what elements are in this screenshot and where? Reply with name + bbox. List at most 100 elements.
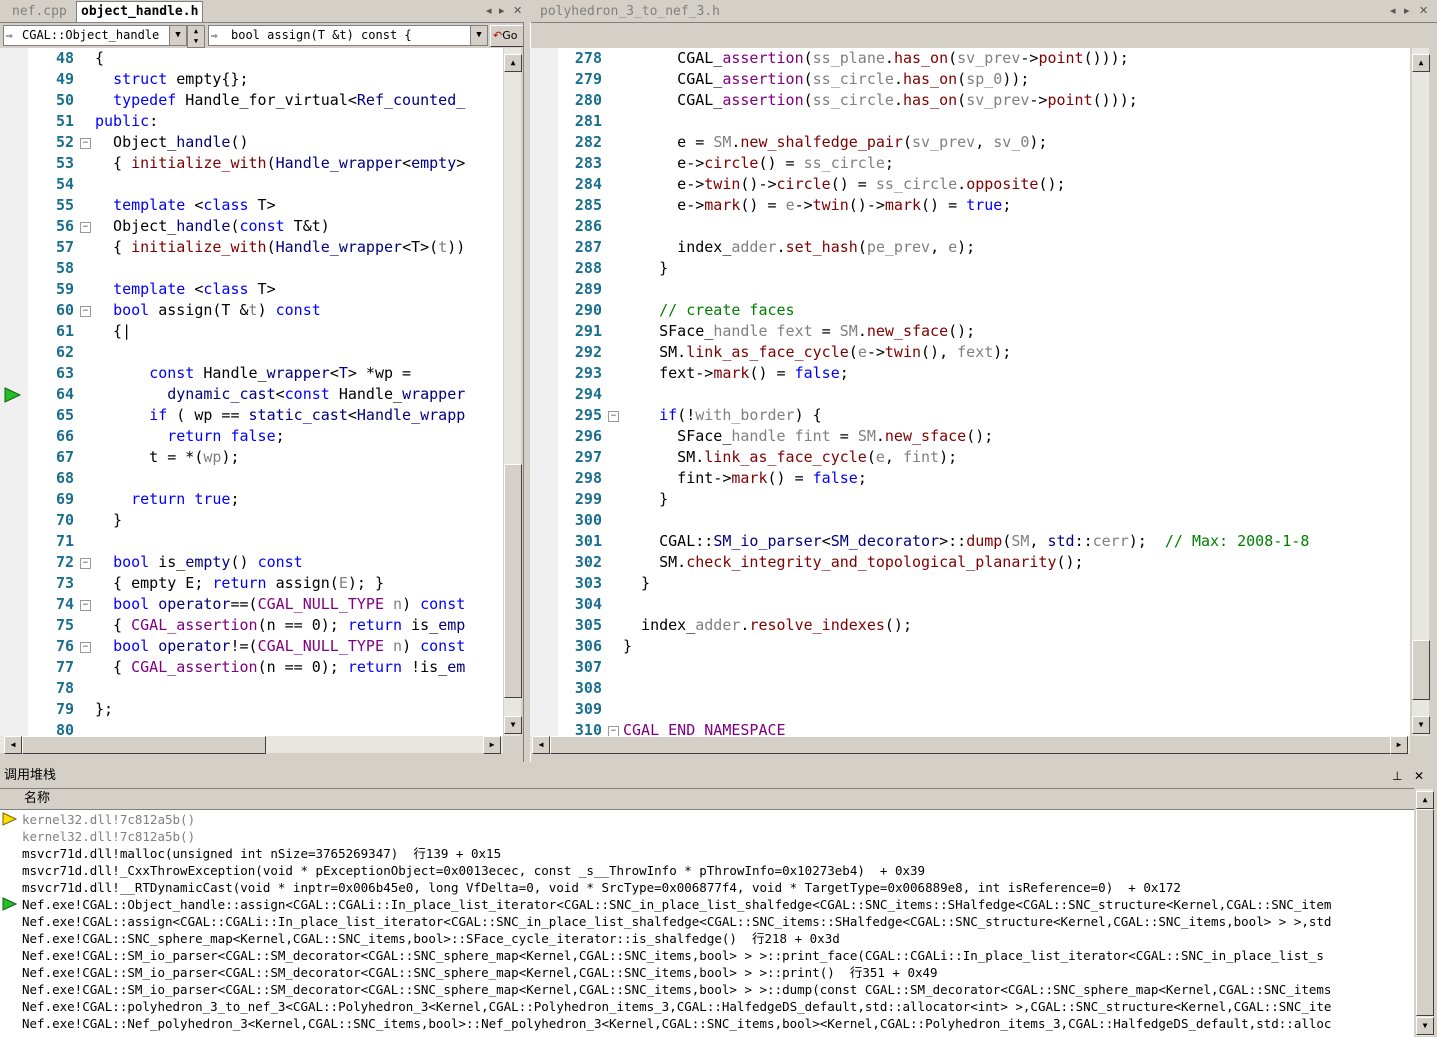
scroll-down-icon[interactable]: ▼ (1412, 716, 1430, 734)
call-stack-row[interactable]: Nef.exe!CGAL::assign<CGAL::CGALi::In_pla… (22, 913, 1331, 930)
code-line[interactable]: 299 } (530, 489, 1410, 510)
code-line[interactable]: 301 CGAL::SM_io_parser<SM_decorator>::du… (530, 531, 1410, 552)
scroll-left-icon[interactable]: ◀ (4, 736, 22, 754)
code-line[interactable]: 63 const Handle_wrapper<T> *wp = (0, 363, 503, 384)
column-header-name[interactable]: 名称 (24, 789, 50, 809)
tab-object-handle-h[interactable]: object_handle.h (76, 1, 204, 22)
scroll-up-icon[interactable]: ▲ (1416, 791, 1434, 809)
scroll-up-icon[interactable]: ▲ (1412, 54, 1430, 72)
call-stack-list[interactable]: 名称 kernel32.dll!7c812a5b() kernel32.dll!7… (0, 788, 1414, 1037)
code-line[interactable]: 300 (530, 510, 1410, 531)
go-button[interactable]: ↶Go (490, 25, 525, 47)
code-line[interactable]: 49 struct empty{}; (0, 69, 503, 90)
code-line[interactable]: 69 return true; (0, 489, 503, 510)
scroll-thumb[interactable] (550, 736, 1392, 754)
code-line[interactable]: 52− Object_handle() (0, 132, 503, 153)
code-line[interactable]: 64 dynamic_cast<const Handle_wrapper (0, 384, 503, 405)
scroll-left-icon[interactable]: ◀ (532, 736, 550, 754)
collapse-icon[interactable]: − (80, 642, 91, 653)
call-stack-row[interactable]: Nef.exe!CGAL::SM_io_parser<CGAL::SM_deco… (22, 964, 938, 981)
code-line[interactable]: 65 if ( wp == static_cast<Handle_wrapp (0, 405, 503, 426)
tab-prev-icon[interactable]: ◂ (1390, 4, 1396, 17)
code-line[interactable]: 60− bool assign(T &t) const (0, 300, 503, 321)
code-line[interactable]: 59 template <class T> (0, 279, 503, 300)
code-line[interactable]: 70 } (0, 510, 503, 531)
right-editor[interactable]: 278 CGAL_assertion(ss_plane.has_on(sv_pr… (530, 48, 1410, 736)
code-line[interactable]: 297 SM.link_as_face_cycle(e, fint); (530, 447, 1410, 468)
call-stack-row[interactable]: Nef.exe!CGAL::Nef_polyhedron_3<Kernel,CG… (22, 1015, 1331, 1032)
collapse-icon[interactable]: − (80, 222, 91, 233)
scroll-right-icon[interactable]: ▶ (483, 736, 501, 754)
code-line[interactable]: 303 } (530, 573, 1410, 594)
code-line[interactable]: 56− Object_handle(const T&t) (0, 216, 503, 237)
code-line[interactable]: 306} (530, 636, 1410, 657)
left-horizontal-scrollbar[interactable]: ◀ ▶ (0, 736, 503, 754)
code-line[interactable]: 293 fext->mark() = false; (530, 363, 1410, 384)
left-vertical-scrollbar[interactable]: ▲ ▼ (504, 48, 522, 736)
call-stack-row[interactable]: Nef.exe!CGAL::polyhedron_3_to_nef_3<CGAL… (22, 998, 1331, 1015)
collapse-icon[interactable]: − (80, 306, 91, 317)
code-line[interactable]: 284 e->twin()->circle() = ss_circle.oppo… (530, 174, 1410, 195)
code-line[interactable]: 289 (530, 279, 1410, 300)
collapse-icon[interactable]: − (608, 411, 619, 422)
code-line[interactable]: 291 SFace_handle fext = SM.new_sface(); (530, 321, 1410, 342)
tab-polyhedron-to-nef[interactable]: polyhedron_3_to_nef_3.h (536, 2, 724, 21)
collapse-icon[interactable]: − (80, 600, 91, 611)
code-line[interactable]: 67 t = *(wp); (0, 447, 503, 468)
code-line[interactable]: 58 (0, 258, 503, 279)
scroll-down-icon[interactable]: ▼ (1416, 1017, 1434, 1035)
scroll-thumb[interactable] (22, 736, 266, 754)
member-combo[interactable]: ⇨ bool assign(T &t) const { ▼ (208, 25, 488, 46)
call-stack-row[interactable]: msvcr71d.dll!_CxxThrowException(void * p… (22, 862, 925, 879)
call-stack-row[interactable]: msvcr71d.dll!malloc(unsigned int nSize=3… (22, 845, 501, 862)
code-line[interactable]: 310− CGAL_END_NAMESPACE (530, 720, 1410, 736)
tab-nef-cpp[interactable]: nef.cpp (8, 2, 71, 21)
collapse-icon[interactable]: − (80, 138, 91, 149)
close-icon[interactable]: ✕ (1414, 766, 1424, 786)
code-line[interactable]: 302 SM.check_integrity_and_topological_p… (530, 552, 1410, 573)
call-stack-row[interactable]: Nef.exe!CGAL::SNC_sphere_map<Kernel,CGAL… (22, 930, 840, 947)
tab-close-icon[interactable]: ✕ (513, 4, 522, 17)
call-stack-row[interactable]: Nef.exe!CGAL::SM_io_parser<CGAL::SM_deco… (22, 981, 1331, 998)
code-line[interactable]: 292 SM.link_as_face_cycle(e->twin(), fex… (530, 342, 1410, 363)
code-line[interactable]: 57 { initialize_with(Handle_wrapper<T>(t… (0, 237, 503, 258)
code-line[interactable]: 71 (0, 531, 503, 552)
code-line[interactable]: 295− if(!with_border) { (530, 405, 1410, 426)
code-line[interactable]: 62 (0, 342, 503, 363)
spin-buttons[interactable]: ▲ ▼ (187, 25, 205, 48)
tab-next-icon[interactable]: ▸ (499, 4, 505, 17)
scope-combo[interactable]: ⇨ CGAL::Object_handle ▼ (3, 25, 187, 46)
code-line[interactable]: 305 index_adder.resolve_indexes(); (530, 615, 1410, 636)
chevron-down-icon[interactable]: ▼ (470, 26, 487, 45)
code-line[interactable]: 51 public: (0, 111, 503, 132)
code-line[interactable]: 76− bool operator!=(CGAL_NULL_TYPE n) co… (0, 636, 503, 657)
call-stack-scrollbar[interactable]: ▲ ▼ (1416, 789, 1434, 1036)
code-line[interactable]: 281 (530, 111, 1410, 132)
code-line[interactable]: 54 (0, 174, 503, 195)
scroll-thumb[interactable] (1416, 809, 1434, 1016)
code-line[interactable]: 61 {| (0, 321, 503, 342)
code-line[interactable]: 48 { (0, 48, 503, 69)
code-line[interactable]: 79}; (0, 699, 503, 720)
left-editor[interactable]: 48{49 struct empty{}; 50 typedef Handle_f… (0, 48, 503, 736)
tab-next-icon[interactable]: ▸ (1404, 4, 1410, 17)
tab-prev-icon[interactable]: ◂ (486, 4, 492, 17)
code-line[interactable]: 282 e = SM.new_shalfedge_pair(sv_prev, s… (530, 132, 1410, 153)
code-line[interactable]: 294 (530, 384, 1410, 405)
code-line[interactable]: 304 (530, 594, 1410, 615)
code-line[interactable]: 55 template <class T> (0, 195, 503, 216)
tab-close-icon[interactable]: ✕ (1419, 4, 1428, 17)
code-line[interactable]: 73 { empty E; return assign(E); } (0, 573, 503, 594)
call-stack-row[interactable]: Nef.exe!CGAL::SM_io_parser<CGAL::SM_deco… (22, 947, 1324, 964)
code-line[interactable]: 68 (0, 468, 503, 489)
code-line[interactable]: 66 return false; (0, 426, 503, 447)
scroll-thumb[interactable] (1412, 640, 1430, 700)
collapse-icon[interactable]: − (608, 726, 619, 736)
code-line[interactable]: 278 CGAL_assertion(ss_plane.has_on(sv_pr… (530, 48, 1410, 69)
code-line[interactable]: 280 CGAL_assertion(ss_circle.has_on(sv_p… (530, 90, 1410, 111)
code-line[interactable]: 53 { initialize_with(Handle_wrapper<empt… (0, 153, 503, 174)
right-vertical-scrollbar[interactable]: ▲ ▼ (1412, 48, 1430, 736)
code-line[interactable]: 283 e->circle() = ss_circle; (530, 153, 1410, 174)
call-stack-row[interactable]: kernel32.dll!7c812a5b() (22, 828, 195, 845)
code-line[interactable]: 288 } (530, 258, 1410, 279)
